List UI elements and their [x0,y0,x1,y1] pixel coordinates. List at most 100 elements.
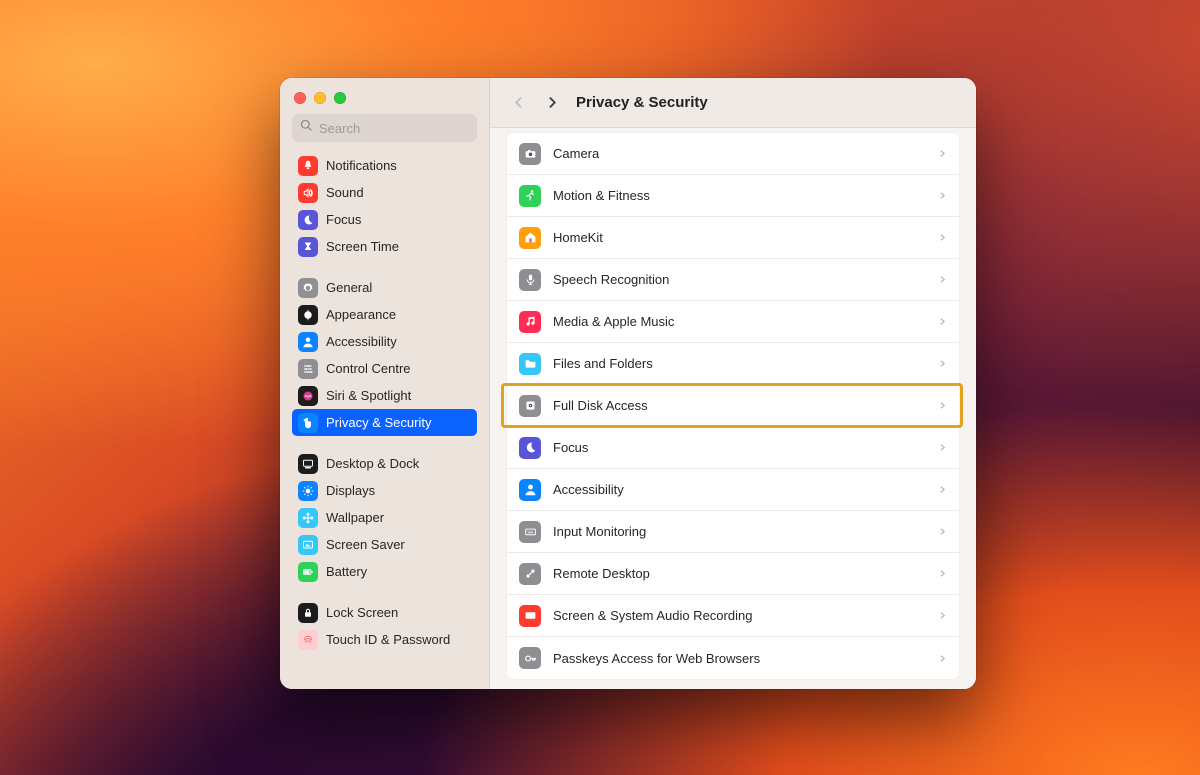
dock-icon [298,454,318,474]
moon-icon [298,210,318,230]
sidebar-list[interactable]: Notifications Sound Focus Screen Time Genera… [292,152,477,689]
chevron-right-icon [938,188,947,203]
settings-row-accessibility[interactable]: Accessibility [507,469,959,511]
back-button[interactable] [510,94,528,112]
settings-row-homekit[interactable]: HomeKit [507,217,959,259]
house-icon [519,227,541,249]
settings-row-label: Input Monitoring [553,524,646,539]
sidebar-item-label: Lock Screen [326,605,398,620]
record-icon [519,605,541,627]
settings-row-media[interactable]: Media & Apple Music [507,301,959,343]
chevron-right-icon [938,440,947,455]
keyboard-icon [519,521,541,543]
settings-row-label: Speech Recognition [553,272,669,287]
sidebar-item-sound[interactable]: Sound [292,179,477,206]
battery-icon [298,562,318,582]
search-field[interactable] [292,114,477,142]
sidebar-item-screen-saver[interactable]: Screen Saver [292,531,477,558]
settings-row-speech[interactable]: Speech Recognition [507,259,959,301]
sidebar-item-label: Privacy & Security [326,415,431,430]
settings-row-passkeys[interactable]: Passkeys Access for Web Browsers [507,637,959,679]
key-icon [519,647,541,669]
settings-row-screen-audio[interactable]: Screen & System Audio Recording [507,595,959,637]
sidebar-item-focus[interactable]: Focus [292,206,477,233]
person-icon [519,479,541,501]
music-icon [519,311,541,333]
sidebar-item-label: Battery [326,564,367,579]
folder-icon [519,353,541,375]
flower-icon [298,508,318,528]
settings-row-label: Motion & Fitness [553,188,650,203]
settings-row-label: Remote Desktop [553,566,650,581]
camera-icon [519,143,541,165]
screensaver-icon [298,535,318,555]
speaker-icon [298,183,318,203]
window-controls [294,92,477,104]
sidebar-item-privacy[interactable]: Privacy & Security [292,409,477,436]
sidebar-item-wallpaper[interactable]: Wallpaper [292,504,477,531]
settings-row-camera[interactable]: Camera [507,133,959,175]
settings-row-label: Camera [553,146,599,161]
settings-row-label: Passkeys Access for Web Browsers [553,651,760,666]
siri-icon [298,386,318,406]
runner-icon [519,185,541,207]
sidebar-item-label: Desktop & Dock [326,456,419,471]
content-scroll[interactable]: Camera Motion & Fitness HomeKit Speech Reco… [490,128,976,689]
sidebar-item-label: Screen Time [326,239,399,254]
sidebar-item-lock-screen[interactable]: Lock Screen [292,599,477,626]
moon-icon [519,437,541,459]
chevron-right-icon [938,608,947,623]
lock-icon [298,603,318,623]
system-settings-window: Notifications Sound Focus Screen Time Genera… [280,78,976,689]
chevron-right-icon [938,356,947,371]
forward-button[interactable] [542,94,560,112]
minimize-button[interactable] [314,92,326,104]
main-panel: Privacy & Security CameraMotion & Fitnes… [490,78,976,689]
sidebar-item-displays[interactable]: Displays [292,477,477,504]
remote-icon [519,563,541,585]
settings-row-files[interactable]: Files and Folders [507,343,959,385]
settings-row-remote-desktop[interactable]: Remote Desktop [507,553,959,595]
sidebar-item-notifications[interactable]: Notifications [292,152,477,179]
sidebar-item-screen-time[interactable]: Screen Time [292,233,477,260]
sidebar-item-label: Focus [326,212,361,227]
settings-row-full-disk[interactable]: Full Disk Access [507,385,959,427]
close-button[interactable] [294,92,306,104]
chevron-right-icon [938,566,947,581]
sidebar-item-general[interactable]: General [292,274,477,301]
appearance-icon [298,305,318,325]
search-input[interactable] [319,121,469,136]
sidebar-item-touch-id[interactable]: Touch ID & Password [292,626,477,653]
settings-row-motion[interactable]: Motion & Fitness [507,175,959,217]
sidebar-item-label: Touch ID & Password [326,632,450,647]
fingerprint-icon [298,630,318,650]
sun-icon [298,481,318,501]
sidebar-item-label: Screen Saver [326,537,405,552]
sidebar-item-desktop-dock[interactable]: Desktop & Dock [292,450,477,477]
sidebar-item-label: Notifications [326,158,397,173]
settings-row-focus[interactable]: Focus [507,427,959,469]
settings-row-label: Accessibility [553,482,624,497]
hand-icon [298,413,318,433]
sidebar-item-battery[interactable]: Battery [292,558,477,585]
sidebar-item-accessibility[interactable]: Accessibility [292,328,477,355]
chevron-right-icon [938,146,947,161]
chevron-right-icon [938,524,947,539]
hourglass-icon [298,237,318,257]
chevron-right-icon [938,230,947,245]
sidebar-item-label: Accessibility [326,334,397,349]
settings-row-label: Files and Folders [553,356,653,371]
sidebar-item-siri[interactable]: Siri & Spotlight [292,382,477,409]
settings-list: Camera Motion & Fitness HomeKit Speech Reco… [506,132,960,680]
settings-row-input-monitoring[interactable]: Input Monitoring [507,511,959,553]
bell-icon [298,156,318,176]
settings-row-label: HomeKit [553,230,603,245]
search-icon [300,119,313,137]
sidebar-item-label: Siri & Spotlight [326,388,411,403]
sidebar-item-label: Control Centre [326,361,411,376]
settings-row-label: Full Disk Access [553,398,648,413]
sidebar-item-control-centre[interactable]: Control Centre [292,355,477,382]
zoom-button[interactable] [334,92,346,104]
chevron-right-icon [938,651,947,666]
sidebar-item-appearance[interactable]: Appearance [292,301,477,328]
